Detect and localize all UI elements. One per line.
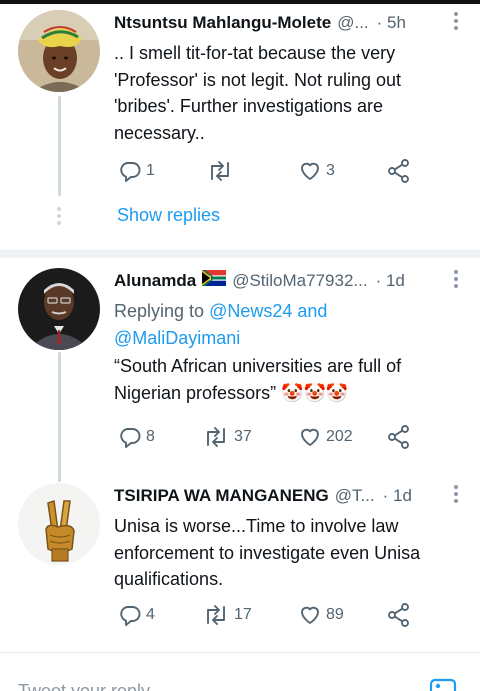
retweet-icon [211, 161, 229, 181]
reply-button[interactable]: 1 [118, 156, 155, 186]
replying-and: and [297, 301, 328, 321]
timestamp[interactable]: · 1d [383, 485, 412, 507]
retweet-icon [207, 427, 225, 447]
timestamp[interactable]: · 5h [377, 12, 406, 34]
reply-count: 1 [146, 162, 155, 179]
tweet-actions: 4 17 89 [114, 600, 424, 630]
tweet-header: Alunamda @StiloMa77932... · 1d [114, 270, 464, 296]
south-africa-flag-icon [202, 270, 227, 286]
tweet-text: .. I smell tit-for-tat because the very … [114, 43, 402, 143]
tweet-header: Ntsuntsu Mahlangu-Molete @... · 5h [114, 12, 464, 38]
more-options-icon[interactable] [454, 12, 458, 33]
avatar[interactable] [18, 268, 100, 350]
avatar[interactable] [18, 10, 100, 92]
reply-input[interactable]: Tweet your reply [18, 681, 150, 691]
tweet-content: Ntsuntsu Mahlangu-Molete @... · 5h .. I … [114, 12, 464, 146]
show-replies-link[interactable]: Show replies [117, 205, 220, 226]
share-button[interactable] [386, 600, 412, 630]
retweet-count: 17 [234, 606, 252, 623]
more-options-icon[interactable] [454, 270, 458, 291]
replying-to-label: Replying to [114, 301, 205, 321]
tweet[interactable]: Alunamda @StiloMa77932... · 1d Replying … [0, 258, 480, 480]
retweet-icon [207, 605, 225, 625]
tweet[interactable]: TSIRIPA WA MANGANENG @T... · 1d Unisa is… [0, 475, 480, 650]
tweet-content: Alunamda @StiloMa77932... · 1d Replying … [114, 270, 464, 406]
heart-icon [301, 606, 319, 624]
replying-to: Replying to @News24 and @MaliDayimani [114, 298, 464, 351]
tweet-actions: 1 3 [114, 156, 424, 186]
section-divider [0, 250, 480, 258]
like-count: 89 [326, 606, 344, 623]
tweet-text: “South African universities are full of … [114, 356, 402, 403]
mention-link[interactable]: @News24 [209, 301, 292, 321]
tweet-actions: 8 37 202 [114, 422, 424, 452]
reply-icon [120, 428, 141, 448]
like-button[interactable]: 3 [298, 156, 335, 186]
like-button[interactable]: 202 [298, 422, 353, 452]
like-count: 3 [326, 162, 335, 179]
author-name[interactable]: Alunamda [114, 270, 196, 292]
heart-icon [301, 162, 319, 180]
author-name[interactable]: TSIRIPA WA MANGANENG [114, 485, 329, 507]
reply-count: 4 [146, 606, 155, 623]
reply-button[interactable]: 8 [118, 422, 155, 452]
reply-icon [120, 606, 141, 626]
retweet-button[interactable] [206, 156, 238, 186]
share-icon [388, 159, 409, 183]
reply-count: 8 [146, 428, 155, 445]
author-handle[interactable]: @T... [335, 485, 375, 507]
share-icon [388, 425, 409, 449]
heart-icon [301, 428, 319, 446]
like-count: 202 [326, 428, 353, 445]
author-name[interactable]: Ntsuntsu Mahlangu-Molete [114, 12, 331, 34]
avatar[interactable] [18, 483, 100, 565]
tweet-header: TSIRIPA WA MANGANENG @T... · 1d [114, 485, 464, 511]
more-options-icon[interactable] [454, 485, 458, 506]
author-handle[interactable]: @StiloMa77932... [232, 270, 367, 292]
share-button[interactable] [386, 156, 412, 186]
mention-link[interactable]: @MaliDayimani [114, 328, 240, 348]
author-handle[interactable]: @... [337, 12, 368, 34]
reply-button[interactable]: 4 [118, 600, 155, 630]
retweet-button[interactable]: 37 [202, 422, 252, 452]
tweet-text: Unisa is worse...Time to involve law enf… [114, 516, 421, 589]
share-icon [388, 603, 409, 627]
retweet-count: 37 [234, 428, 252, 445]
retweet-button[interactable]: 17 [202, 600, 252, 630]
like-button[interactable]: 89 [298, 600, 344, 630]
reply-icon [120, 162, 141, 182]
tweet-content: TSIRIPA WA MANGANENG @T... · 1d Unisa is… [114, 485, 464, 593]
collapsed-thread-dots [57, 207, 62, 228]
image-icon[interactable] [428, 675, 458, 691]
share-button[interactable] [386, 422, 412, 452]
timestamp[interactable]: · 1d [376, 270, 405, 292]
tweet[interactable]: Ntsuntsu Mahlangu-Molete @... · 5h .. I … [0, 0, 480, 250]
reply-composer[interactable]: Tweet your reply [0, 652, 480, 691]
